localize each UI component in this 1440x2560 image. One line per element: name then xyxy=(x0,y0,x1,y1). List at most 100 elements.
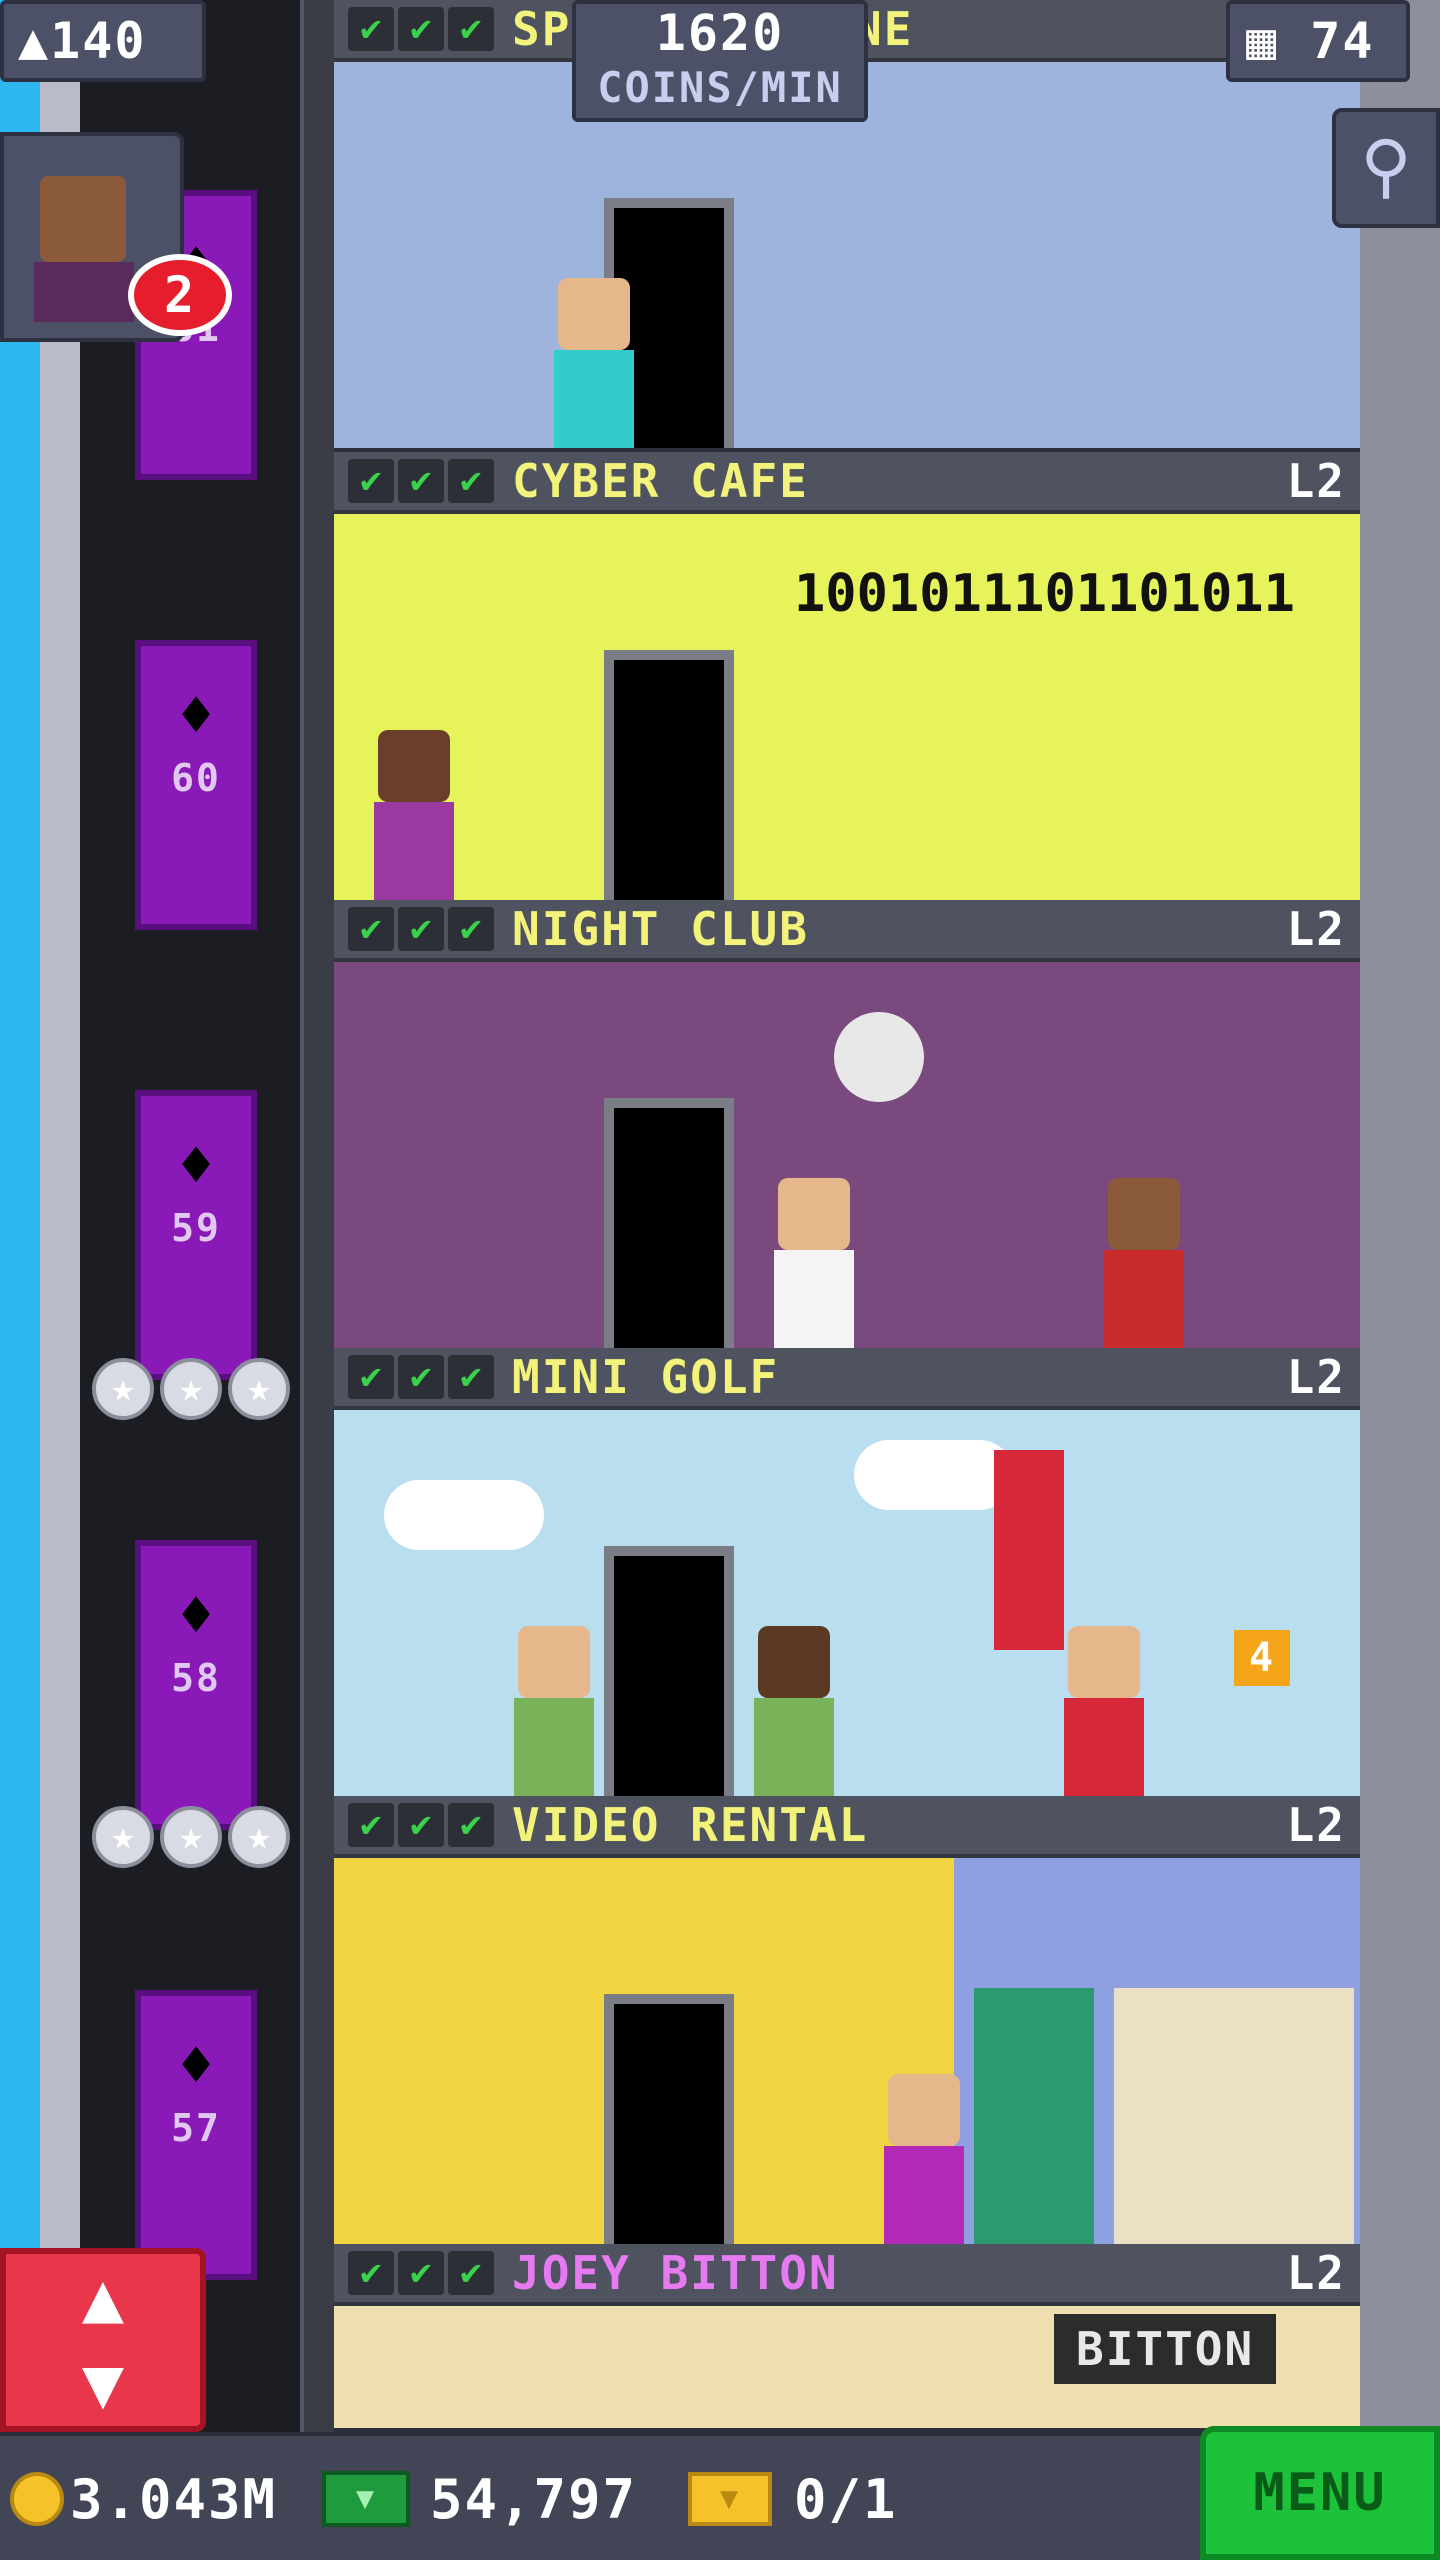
floor-rating-stars: ★ ★ ★ xyxy=(92,1806,312,1868)
floor-count-value: 74 xyxy=(1310,12,1375,70)
floor-counter[interactable]: ▦ 74 xyxy=(1226,0,1410,82)
check-icon: ✔ xyxy=(398,459,444,503)
night-club-room[interactable] xyxy=(334,962,1360,1348)
star-icon: ★ xyxy=(228,1806,290,1868)
cyber-cafe-room[interactable]: 1001011101101011 xyxy=(334,514,1360,900)
floor-rating-stars: ★ ★ ★ xyxy=(92,1358,312,1420)
check-icon: ✔ xyxy=(448,1803,494,1847)
bat-icon: ♦ xyxy=(177,1131,215,1201)
resident[interactable] xyxy=(754,1626,834,1796)
visitor-button[interactable]: 2 xyxy=(0,132,232,342)
resident-body xyxy=(514,1698,594,1796)
check-icon: ✔ xyxy=(448,1355,494,1399)
check-icon: ✔ xyxy=(398,1803,444,1847)
resident[interactable] xyxy=(774,1178,854,1348)
store-sign: BITTON xyxy=(1054,2314,1277,2384)
bux-value: 54,797 xyxy=(430,2467,638,2531)
resident-head xyxy=(888,2074,960,2146)
visitor-avatar xyxy=(40,176,126,262)
resident-head xyxy=(558,278,630,350)
arcade-cabinet xyxy=(974,1988,1094,2244)
room-door xyxy=(604,1546,734,1796)
floor-video-rental[interactable]: ✔ ✔ ✔ VIDEO RENTAL L2 xyxy=(334,1796,1360,2244)
bat-icon: ♦ xyxy=(177,1581,215,1651)
resident[interactable] xyxy=(1104,1178,1184,1348)
population-value: 140 xyxy=(50,12,147,70)
hole-number-sign: 4 xyxy=(1234,1630,1290,1686)
floor-header: ✔ ✔ ✔ CYBER CAFE L2 xyxy=(334,452,1360,514)
floor-header: ✔ ✔ ✔ NIGHT CLUB L2 xyxy=(334,900,1360,962)
resident-head xyxy=(758,1626,830,1698)
resident[interactable] xyxy=(374,730,454,900)
visitor-count-badge: 2 xyxy=(128,254,232,336)
elevator-toggle-button[interactable]: ▲ ▼ xyxy=(0,2248,206,2432)
check-icon: ✔ xyxy=(348,459,394,503)
bux-balance[interactable]: ▼ 54,797 xyxy=(322,2462,637,2536)
coins-value: 3.043M xyxy=(70,2467,278,2531)
check-icon: ✔ xyxy=(348,1803,394,1847)
floor-level: L2 xyxy=(1286,454,1346,508)
tower-right-wall xyxy=(1360,0,1440,2470)
elevator-car-59[interactable]: ♦ 59 xyxy=(135,1090,257,1380)
check-icon: ✔ xyxy=(398,2251,444,2295)
floor-cyber-cafe[interactable]: ✔ ✔ ✔ CYBER CAFE L2 1001011101101011 xyxy=(334,452,1360,900)
check-icon: ✔ xyxy=(448,459,494,503)
room-door xyxy=(604,1994,734,2244)
check-icon: ✔ xyxy=(348,7,394,51)
elevator-car-60[interactable]: ♦ 60 xyxy=(135,640,257,930)
tickets-value: 0/1 xyxy=(794,2467,898,2531)
floor-joey-bitton[interactable]: ✔ ✔ ✔ JOEY BITTON L2 BITTON xyxy=(334,2244,1360,2432)
magnifier-icon: ⚲ xyxy=(1360,125,1412,207)
resident[interactable] xyxy=(514,1626,594,1796)
check-icon: ✔ xyxy=(348,1355,394,1399)
ticket-icon: ▼ xyxy=(688,2472,772,2526)
check-icon: ✔ xyxy=(348,907,394,951)
elevator-floor-label: 60 xyxy=(171,756,221,800)
elevator-floor-label: 59 xyxy=(171,1206,221,1250)
mini-golf-room[interactable]: 4 xyxy=(334,1410,1360,1796)
windmill xyxy=(994,1450,1064,1650)
elevator-car-57[interactable]: ♦ 57 xyxy=(135,1990,257,2280)
floor-level: L2 xyxy=(1286,902,1346,956)
resident-body xyxy=(774,1250,854,1348)
star-icon: ★ xyxy=(160,1358,222,1420)
floor-level: L2 xyxy=(1286,1798,1346,1852)
up-down-arrows-icon: ▲ ▼ xyxy=(81,2256,125,2424)
floor-level: L2 xyxy=(1286,1350,1346,1404)
floor-name: VIDEO RENTAL xyxy=(512,1798,869,1852)
video-rental-room[interactable] xyxy=(334,1858,1360,2244)
floor-name: MINI GOLF xyxy=(512,1350,780,1404)
floor-night-club[interactable]: ✔ ✔ ✔ NIGHT CLUB L2 xyxy=(334,900,1360,1348)
resident-body xyxy=(884,2146,964,2244)
cloud xyxy=(384,1480,544,1550)
floor-name: CYBER CAFE xyxy=(512,454,809,508)
search-button[interactable]: ⚲ xyxy=(1332,108,1440,228)
resident[interactable] xyxy=(884,2074,964,2244)
video-shelves xyxy=(1114,1988,1354,2244)
check-icon: ✔ xyxy=(348,2251,394,2295)
floor-name: JOEY BITTON xyxy=(512,2246,839,2300)
joey-bitton-room[interactable]: BITTON xyxy=(334,2306,1360,2428)
tower-outer-wall xyxy=(40,0,80,2470)
disco-ball xyxy=(834,1012,924,1102)
floor-level: L2 xyxy=(1286,2246,1346,2300)
elevator-car-58[interactable]: ♦ 58 xyxy=(135,1540,257,1830)
elevator-floor-label: 58 xyxy=(171,1656,221,1700)
person-icon: ▲ xyxy=(18,12,51,70)
coins-per-minute-value: 1620 xyxy=(655,4,785,62)
room-door xyxy=(604,1098,734,1348)
resident[interactable] xyxy=(554,278,634,448)
resident-head xyxy=(518,1626,590,1698)
floor-mini-golf[interactable]: ✔ ✔ ✔ MINI GOLF L2 4 xyxy=(334,1348,1360,1796)
floor-header: ✔ ✔ ✔ JOEY BITTON L2 xyxy=(334,2244,1360,2306)
floor-header: ✔ ✔ ✔ VIDEO RENTAL L2 xyxy=(334,1796,1360,1858)
menu-button[interactable]: MENU xyxy=(1200,2426,1440,2560)
binary-wall-text: 1001011101101011 xyxy=(794,564,1295,624)
star-icon: ★ xyxy=(92,1358,154,1420)
tickets-balance[interactable]: ▼ 0/1 xyxy=(688,2462,898,2536)
resident[interactable] xyxy=(1064,1626,1144,1796)
coins-per-minute-unit: COINS/MIN xyxy=(597,63,843,112)
bat-icon: ♦ xyxy=(177,681,215,751)
population-counter[interactable]: ▲140 xyxy=(0,0,206,82)
star-icon: ★ xyxy=(228,1358,290,1420)
